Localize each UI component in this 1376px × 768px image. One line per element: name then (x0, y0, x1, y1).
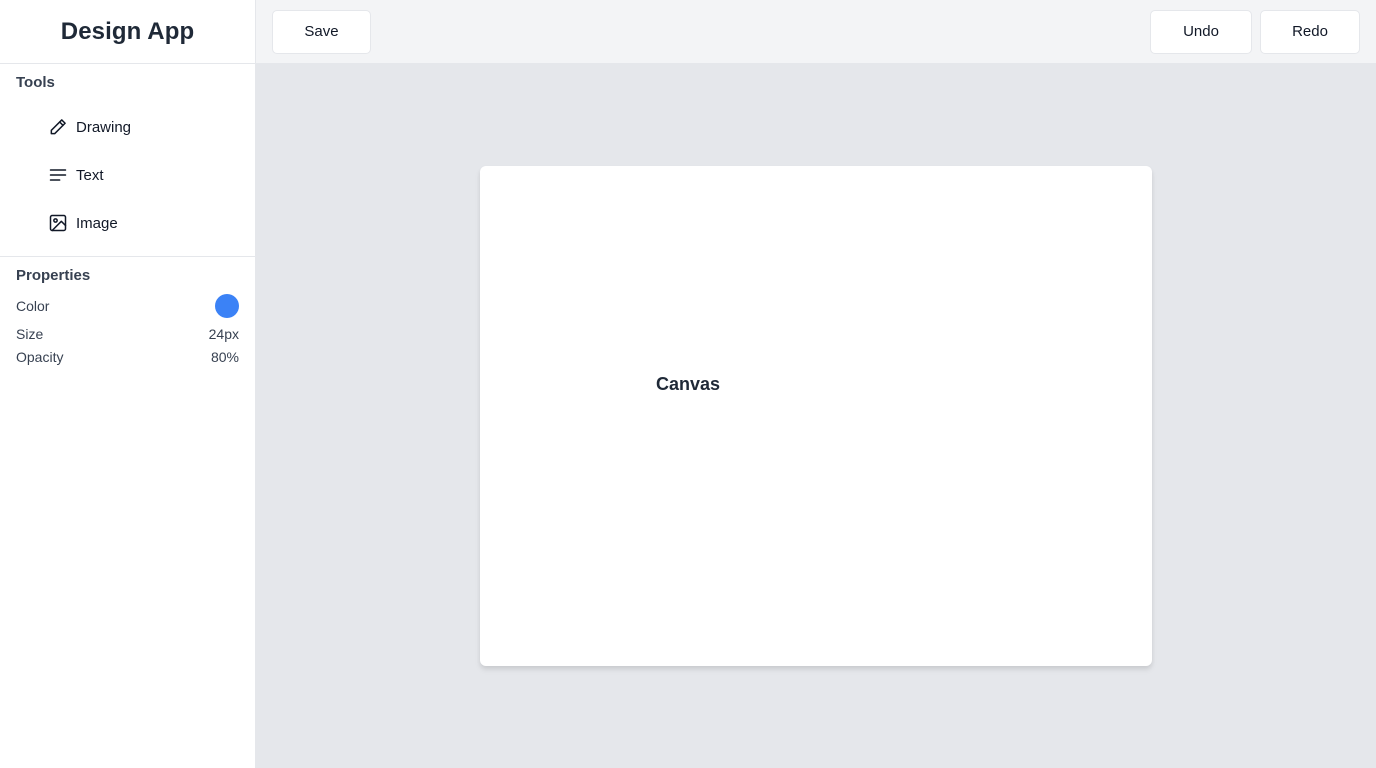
app-title: Design App (60, 17, 195, 45)
redo-button[interactable]: Redo (1260, 9, 1360, 54)
color-label: Color (16, 298, 50, 314)
property-color: Color (16, 291, 239, 321)
workspace: Canvas (256, 64, 1376, 768)
sidebar: Design App Tools Drawing Text Image Prop… (0, 0, 256, 768)
tools-title: Tools (16, 74, 55, 91)
tool-label: Text (76, 166, 104, 184)
size-label: Size (16, 326, 44, 342)
tool-image[interactable]: Image (16, 199, 239, 247)
pencil-icon (48, 117, 68, 137)
opacity-value[interactable]: 80% (211, 349, 239, 365)
tool-drawing[interactable]: Drawing (16, 103, 239, 151)
sidebar-header: Design App (0, 0, 255, 64)
property-opacity: Opacity 80% (16, 345, 239, 369)
image-icon (48, 213, 68, 233)
canvas[interactable]: Canvas (480, 166, 1152, 666)
undo-button[interactable]: Undo (1150, 9, 1252, 54)
property-size: Size 24px (16, 323, 239, 345)
text-lines-icon (48, 165, 68, 185)
properties-section: Properties Color Size 24px Opacity 80% (0, 257, 255, 369)
toolbar-right: Undo Redo (1150, 9, 1360, 54)
app-root: Design App Tools Drawing Text Image Prop… (0, 0, 1376, 768)
color-swatch[interactable] (215, 294, 239, 318)
opacity-label: Opacity (16, 349, 64, 365)
size-value[interactable]: 24px (209, 326, 239, 342)
save-button[interactable]: Save (272, 9, 371, 54)
tool-list: Drawing Text Image (16, 103, 239, 247)
canvas-label: Canvas (656, 374, 721, 394)
top-toolbar: Save Undo Redo (256, 0, 1376, 64)
tool-label: Image (76, 214, 118, 232)
tool-label: Drawing (76, 118, 132, 136)
tool-text[interactable]: Text (16, 151, 239, 199)
properties-title: Properties (16, 267, 91, 284)
tools-section: Tools Drawing Text Image (0, 64, 255, 257)
toolbar-left: Save (272, 9, 371, 54)
main-area: Save Undo Redo Canvas (256, 0, 1376, 768)
